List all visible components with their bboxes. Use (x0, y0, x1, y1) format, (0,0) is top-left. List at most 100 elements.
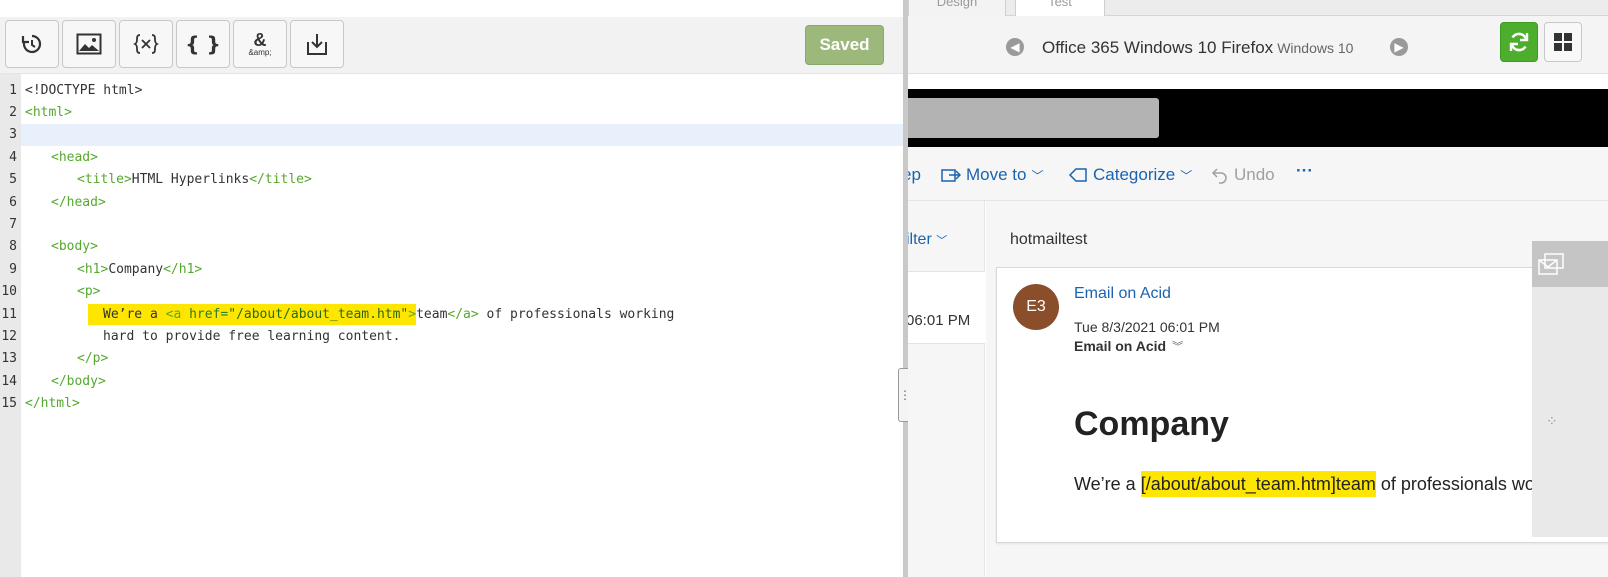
keep-button[interactable]: ep (908, 165, 921, 185)
code-line: <html> (25, 102, 72, 124)
expand-chevron-icon[interactable]: ︾ (1172, 338, 1183, 354)
code-tag: <head> (51, 150, 98, 165)
ampersand-entity-label: &amp; (248, 48, 272, 57)
list-item[interactable]: 06:01 PM (908, 271, 985, 344)
filter-label: ilter (908, 231, 932, 248)
categorize-button[interactable]: Categorize ﹀ (1068, 165, 1192, 185)
more-actions-button[interactable]: ··· (1296, 161, 1313, 181)
code-text: <!DOCTYPE html> (25, 83, 143, 98)
email-paragraph: We’re a [/about/about_team.htm]team of p… (1074, 471, 1554, 497)
move-to-icon (941, 169, 961, 182)
code-tag: </a> (447, 307, 479, 322)
highlighted-link-code: We’re a <a href="/about/about_team.htm"> (88, 304, 417, 325)
line-number: 14 (1, 374, 17, 389)
code-tag: <a (165, 307, 190, 322)
side-panel-toggle[interactable] (1532, 241, 1608, 287)
code-tag: <html> (25, 105, 72, 120)
reading-pane: hotmailtest E3 Email on Acid Tue 8/3/202… (986, 201, 1608, 577)
code-braces-button[interactable]: { } (176, 20, 230, 68)
tab-test[interactable]: Test (1015, 0, 1105, 16)
sent-date: Tue 8/3/2021 06:01 PM (1074, 319, 1220, 335)
code-tag: </head> (51, 195, 106, 210)
line-number: 10 (1, 284, 17, 299)
move-to-button[interactable]: Move to ﹀ (941, 165, 1044, 185)
list-item-time: 06:01 PM (908, 312, 971, 329)
chevron-down-icon: ﹀ (1180, 168, 1193, 183)
code-text: hard to provide free learning content. (103, 329, 401, 344)
line-number: 6 (9, 195, 17, 210)
code-tag: > (408, 307, 417, 322)
code-tag: </html> (25, 396, 80, 411)
code-line: <h1>Company</h1> (77, 259, 202, 281)
code-tag: </h1> (163, 262, 203, 277)
outlook-command-bar: ep Move to ﹀ Categorize ﹀ Undo ··· (908, 147, 1608, 201)
image-button[interactable] (62, 20, 116, 68)
refresh-button[interactable] (1500, 22, 1538, 62)
device-selector-bar: ◀ Office 365 Windows 10 Firefox Windows 1… (908, 16, 1608, 74)
code-text-area[interactable]: <!DOCTYPE html> <html> <head> <title>HTM… (21, 74, 903, 577)
code-tag: </p> (77, 351, 109, 366)
next-device-button[interactable]: ▶ (1390, 38, 1408, 56)
sender-name[interactable]: Email on Acid (1074, 285, 1171, 303)
history-button[interactable] (5, 20, 59, 68)
code-line: <body> (51, 236, 98, 258)
device-label: Office 365 Windows 10 Firefox Windows 10 (1042, 38, 1353, 58)
ampersand-icon: & (253, 30, 267, 50)
undo-button[interactable]: Undo (1211, 165, 1275, 185)
device-os: Windows 10 (1277, 40, 1354, 56)
history-icon (21, 34, 42, 54)
layout-grid-button[interactable] (1544, 22, 1582, 62)
braces-icon: { } (185, 32, 221, 56)
arrow-right-icon: ▶ (1394, 40, 1404, 54)
code-line: </body> (51, 371, 106, 393)
line-number: 8 (9, 239, 17, 254)
active-line-highlight (21, 124, 903, 146)
undo-icon (1211, 168, 1227, 184)
top-strip (0, 0, 903, 17)
avatar[interactable]: E3 (1013, 284, 1059, 330)
filter-button[interactable]: ilter ﹀ (908, 231, 947, 249)
recipient-name: Email on Acid (1074, 338, 1167, 354)
side-panel-grip-icon: ⁘ (1546, 413, 1558, 429)
code-attr: href= (189, 307, 229, 322)
highlighted-link-text: [/about/about_team.htm]team (1140, 471, 1376, 497)
device-name: Office 365 Windows 10 Firefox (1042, 38, 1274, 57)
tab-design[interactable]: Design (908, 0, 1006, 16)
encode-entities-button[interactable]: & &amp; (233, 20, 287, 68)
tag-icon (1068, 168, 1087, 182)
variables-button[interactable] (119, 20, 173, 68)
refresh-icon (1509, 32, 1529, 52)
email-text: We’re a (1074, 474, 1141, 494)
email-heading: Company (1074, 405, 1229, 443)
keep-label: ep (908, 165, 921, 184)
arrow-left-icon: ◀ (1010, 40, 1020, 54)
download-button[interactable] (290, 20, 344, 68)
email-message-card: E3 Email on Acid Tue 8/3/2021 06:01 PM E… (996, 267, 1608, 543)
code-text: We’re a (103, 307, 166, 322)
line-number: 1 (9, 83, 17, 98)
line-number: 3 (9, 127, 17, 142)
editor-toolbar: { } & &amp; Saved (0, 17, 903, 74)
code-line: </p> (77, 348, 108, 370)
line-number: 9 (9, 262, 17, 277)
grid-icon (1554, 33, 1572, 51)
line-number: 13 (1, 351, 17, 366)
prev-device-button[interactable]: ◀ (1006, 38, 1024, 56)
side-panel: ⁘ (1532, 241, 1608, 537)
code-line: We’re a <a href="/about/about_team.htm">… (88, 304, 674, 326)
download-icon (307, 34, 327, 55)
saved-button[interactable]: Saved (805, 25, 884, 65)
undo-label: Undo (1234, 165, 1275, 184)
line-number: 7 (9, 217, 17, 232)
code-text: HTML Hyperlinks (131, 172, 250, 187)
code-text: of professionals working (478, 307, 675, 322)
chevron-down-icon: ﹀ (936, 235, 948, 247)
code-text: team (416, 307, 448, 322)
code-line: <p> (77, 281, 100, 303)
outlook-search-box[interactable] (908, 98, 1159, 138)
email-preview-pane: Design Test ◀ Office 365 Windows 10 Fire… (908, 0, 1608, 577)
code-line: <head> (51, 147, 98, 169)
line-number: 15 (1, 396, 17, 411)
variables-icon (133, 34, 159, 54)
code-tag: <body> (51, 239, 98, 254)
